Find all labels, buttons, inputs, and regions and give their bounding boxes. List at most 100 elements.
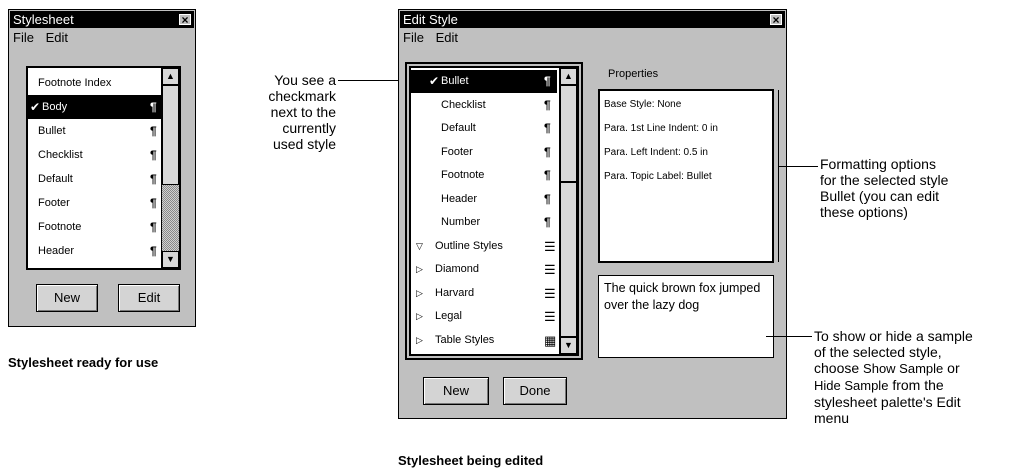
scroll-down-icon[interactable]: ▼ <box>162 251 179 268</box>
list-item-selected[interactable]: ✔ Bullet ¶ <box>411 70 557 93</box>
note-line: To show or hide a sample <box>814 328 973 344</box>
window-title: Edit Style <box>403 12 458 27</box>
edit-button[interactable]: Edit <box>118 284 180 312</box>
disclosure-closed-icon[interactable]: ▷ <box>416 258 423 281</box>
style-name: Footer <box>441 145 473 158</box>
paragraph-icon: ¶ <box>150 100 157 114</box>
disclosure-closed-icon[interactable]: ▷ <box>416 305 423 328</box>
style-name: Checklist <box>441 98 486 111</box>
list-item[interactable]: Checklist ¶ <box>411 94 557 117</box>
properties-heading: Properties <box>608 68 659 80</box>
list-item[interactable]: Footer ¶ <box>28 191 160 215</box>
menu-file[interactable]: File <box>13 30 34 45</box>
style-name: Bullet <box>38 125 66 137</box>
window-titlebar[interactable]: Stylesheet × <box>10 11 194 28</box>
right-caption: Stylesheet being edited <box>398 453 544 468</box>
list-item[interactable]: Bullet ¶ <box>28 119 160 143</box>
vertical-scrollbar[interactable]: ▲ ▼ <box>559 68 577 354</box>
new-button[interactable]: New <box>423 377 489 405</box>
note-line: currently <box>282 120 336 136</box>
list-item[interactable]: Checklist ¶ <box>28 143 160 167</box>
style-name: Bullet <box>441 75 469 87</box>
style-name: Footnote <box>38 221 82 233</box>
style-name: Header <box>441 192 478 205</box>
edit-style-window: Edit Style × File Edit ✔ Bullet ¶ Checklist… <box>398 9 787 419</box>
disclosure-closed-icon[interactable]: ▷ <box>416 282 423 305</box>
list-item[interactable]: Header ¶ <box>28 239 160 263</box>
list-item[interactable]: ▽ Outline Styles ☰ <box>411 235 557 258</box>
style-name: Default <box>38 173 73 185</box>
style-name: Legal <box>435 310 462 322</box>
list-item[interactable]: Default ¶ <box>28 167 160 191</box>
property-item: Base Style: None <box>604 99 682 110</box>
menu-edit[interactable]: Edit <box>436 30 458 45</box>
scroll-thumb-lower[interactable] <box>560 182 577 337</box>
menu-file[interactable]: File <box>403 30 424 45</box>
window-titlebar[interactable]: Edit Style × <box>400 11 785 28</box>
checkmark-note: You see a checkmark next to the currentl… <box>226 72 336 152</box>
property-item: Para. 1st Line Indent: 0 in <box>604 123 718 134</box>
list-item-selected[interactable]: ✔ Body ¶ <box>28 95 162 119</box>
note-text: or <box>943 360 960 376</box>
property-item: Para. Topic Label: Bullet <box>604 171 712 182</box>
formatting-leader-line <box>778 166 818 167</box>
stylesheet-window: Stylesheet × File Edit Footnote Index ✔ … <box>8 9 196 327</box>
note-text: choose <box>814 360 864 376</box>
menu-bar: File Edit <box>13 29 76 47</box>
note-line: choose Show Sample or <box>814 360 1019 377</box>
list-item[interactable]: Footnote ¶ <box>411 164 557 187</box>
note-line: Hide Sample from the <box>814 377 1019 394</box>
paragraph-icon: ¶ <box>150 148 157 162</box>
list-item[interactable]: ▷ Table Styles ▦ <box>411 329 557 352</box>
list-item[interactable]: ▷ Diamond ☰ <box>411 258 557 281</box>
close-icon[interactable]: × <box>179 14 191 26</box>
style-name: Table Styles <box>435 333 495 346</box>
sample-note: To show or hide a sample of the selected… <box>814 328 1019 426</box>
property-item: Para. Left Indent: 0.5 in <box>604 147 708 158</box>
menu-edit[interactable]: Edit <box>46 30 68 45</box>
note-line: for the selected style <box>820 172 949 188</box>
checkmark-icon: ✔ <box>429 74 440 88</box>
list-item[interactable]: Footnote Index <box>28 71 160 95</box>
paragraph-icon: ¶ <box>544 121 551 135</box>
scroll-up-icon[interactable]: ▲ <box>162 68 179 85</box>
outline-icon: ☰ <box>544 285 556 301</box>
style-name: Number <box>441 216 481 228</box>
note-line: You see a <box>274 72 336 88</box>
paragraph-icon: ¶ <box>150 196 157 210</box>
done-button[interactable]: Done <box>503 377 567 405</box>
list-item[interactable]: Default ¶ <box>411 117 557 140</box>
disclosure-closed-icon[interactable]: ▷ <box>416 329 423 352</box>
note-line: next to the <box>270 104 336 120</box>
close-icon[interactable]: × <box>770 14 782 26</box>
outline-icon: ☰ <box>544 309 556 324</box>
list-item[interactable]: ▷ Legal ☰ <box>411 305 557 328</box>
list-item[interactable]: Footnote ¶ <box>28 215 160 239</box>
list-item[interactable]: Footer ¶ <box>411 141 557 164</box>
command-name-show-sample: Show Sample <box>863 361 944 376</box>
scroll-down-icon[interactable]: ▼ <box>560 337 577 354</box>
scroll-track[interactable] <box>162 185 179 251</box>
style-name: Default <box>441 122 476 134</box>
style-name: Header <box>38 245 75 257</box>
paragraph-icon: ¶ <box>544 144 551 159</box>
list-item[interactable]: Header ¶ <box>411 188 557 211</box>
properties-bracket-line <box>778 90 779 262</box>
note-line: used style <box>272 136 336 152</box>
checkmark-icon: ✔ <box>30 100 41 114</box>
paragraph-icon: ¶ <box>150 220 157 234</box>
paragraph-icon: ¶ <box>544 215 551 229</box>
scroll-thumb[interactable] <box>162 85 179 185</box>
sample-leader-line <box>766 336 812 337</box>
paragraph-icon: ¶ <box>150 172 157 186</box>
new-button[interactable]: New <box>36 284 98 312</box>
list-item[interactable]: ▷ Harvard ☰ <box>411 282 557 305</box>
disclosure-open-icon[interactable]: ▽ <box>416 235 423 258</box>
outline-icon: ☰ <box>544 238 556 254</box>
scroll-up-icon[interactable]: ▲ <box>560 68 577 85</box>
style-name: Outline Styles <box>435 239 503 252</box>
vertical-scrollbar[interactable]: ▲ ▼ <box>161 68 179 268</box>
style-name: Checklist <box>38 149 83 161</box>
note-line: Formatting options <box>820 156 936 172</box>
list-item[interactable]: Number ¶ <box>411 211 557 234</box>
